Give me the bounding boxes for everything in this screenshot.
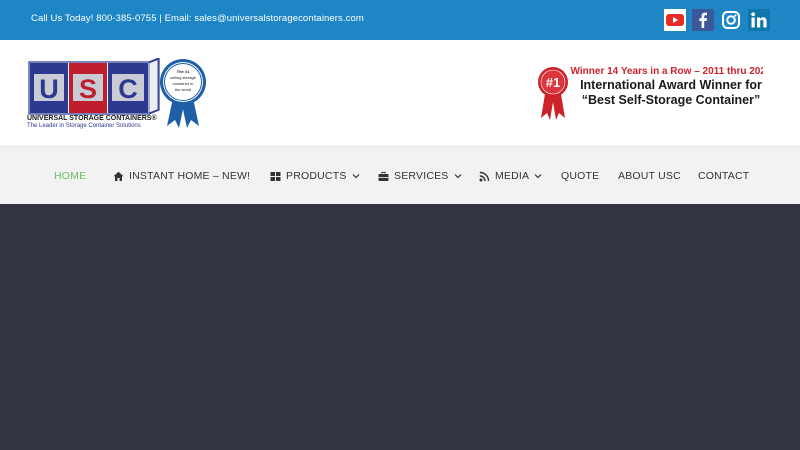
facebook-icon[interactable] [692, 9, 714, 31]
nav-item-label: MEDIA [495, 170, 530, 182]
nav-item-media[interactable]: MEDIA [479, 147, 542, 205]
nav-item-label: ABOUT USC [618, 170, 681, 182]
award-line-3: “Best Self-Storage Container” [582, 93, 761, 107]
nav-item-label: INSTANT HOME – NEW! [129, 170, 251, 182]
award-line-1: Winner 14 Years in a Row – 2011 thru 202… [571, 66, 763, 77]
grid-icon [270, 171, 281, 182]
top-bar: Call Us Today! 800-385-0755 | Email: sal… [0, 0, 800, 40]
ribbon-text-4: the world [175, 87, 191, 92]
nav-item-home[interactable]: HOME [54, 147, 86, 205]
ribbon-text-3: container in [173, 81, 194, 86]
nav-item-services[interactable]: SERVICES [378, 147, 462, 205]
nav-item-label: CONTACT [698, 170, 750, 182]
nav-item-label: SERVICES [394, 170, 449, 182]
chevron-down-icon [534, 172, 542, 180]
youtube-icon[interactable] [664, 9, 686, 31]
nav-item-products[interactable]: PRODUCTS [270, 147, 360, 205]
toolbox-icon [378, 171, 389, 182]
instagram-icon[interactable] [720, 9, 742, 31]
logo-letter-s: S [79, 74, 97, 104]
nav-item-label: PRODUCTS [286, 170, 347, 182]
award-badge: #1 [546, 75, 560, 90]
nav-item-contact[interactable]: CONTACT [698, 147, 749, 205]
chevron-down-icon [454, 172, 462, 180]
logo-name: UNIVERSAL STORAGE CONTAINERS® [27, 114, 157, 122]
logo-letter-u: U [39, 74, 59, 104]
logo-tagline: The Leader in Storage Container Solution… [27, 123, 141, 129]
award-banner: #1 Winner 14 Years in a Row – 2011 thru … [538, 66, 763, 120]
nav-item-label: QUOTE [561, 170, 600, 182]
nav-item-instant-home[interactable]: INSTANT HOME – NEW! [113, 147, 250, 205]
award-line-2: International Award Winner for [580, 78, 762, 92]
nav-item-label: HOME [54, 170, 87, 182]
linkedin-icon[interactable] [748, 9, 770, 31]
contact-info: Call Us Today! 800-385-0755 | Email: sal… [31, 13, 364, 24]
rss-icon [479, 171, 490, 182]
nav-item-about-usc[interactable]: ABOUT USC [618, 147, 681, 205]
home-icon [113, 171, 124, 182]
main-nav: HOME INSTANT HOME – NEW! PRODUCTS SERVIC… [0, 146, 800, 204]
usc-logo[interactable]: U S C UNIVERSAL STORAGE CONTAINERS® The … [27, 58, 213, 148]
logo-letter-c: C [118, 74, 138, 104]
ribbon-text-1: The #1 [177, 69, 190, 74]
chevron-down-icon [352, 172, 360, 180]
nav-item-quote[interactable]: QUOTE [561, 147, 599, 205]
hero-section [0, 204, 800, 450]
ribbon-text-2: selling storage [170, 75, 197, 80]
site-header: U S C UNIVERSAL STORAGE CONTAINERS® The … [0, 40, 800, 146]
